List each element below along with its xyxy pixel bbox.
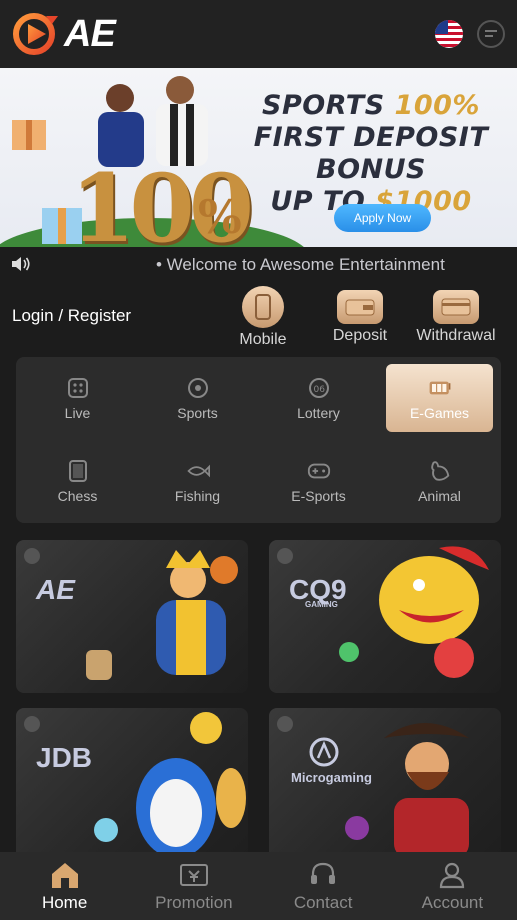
headset-icon bbox=[307, 859, 339, 891]
tab-label: E-Games bbox=[409, 404, 470, 421]
tab-label: Lottery bbox=[297, 404, 340, 421]
brand-logo[interactable]: AE bbox=[12, 12, 116, 56]
tab-label: Fishing bbox=[174, 487, 221, 504]
quick-label: Withdrawal bbox=[416, 327, 496, 344]
ball-icon bbox=[186, 376, 210, 400]
speaker-icon[interactable] bbox=[10, 255, 32, 273]
tab-live[interactable]: Live bbox=[24, 364, 131, 432]
mobile-icon bbox=[242, 286, 284, 328]
us-flag-icon[interactable] bbox=[435, 20, 463, 48]
nav-promotion[interactable]: Promotion bbox=[129, 852, 258, 920]
tab-label: Chess bbox=[57, 487, 98, 504]
gamepad-icon bbox=[307, 459, 331, 483]
tab-label: Live bbox=[64, 404, 91, 421]
dice-icon bbox=[66, 376, 90, 400]
nav-label: Promotion bbox=[155, 893, 233, 912]
quick-deposit[interactable]: Deposit bbox=[310, 286, 410, 345]
tab-chess[interactable]: Chess bbox=[24, 447, 131, 515]
tab-sports[interactable]: Sports bbox=[144, 364, 251, 432]
quick-label: Deposit bbox=[332, 327, 388, 344]
wallet-icon bbox=[337, 290, 383, 324]
fish-icon bbox=[186, 459, 210, 483]
jdb-character-art bbox=[94, 712, 246, 858]
banner-line2: FIRST DEPOSIT BONUS bbox=[253, 122, 489, 185]
nav-label: Contact bbox=[293, 893, 353, 912]
chat-icon[interactable] bbox=[477, 20, 505, 48]
card-icon bbox=[433, 290, 479, 324]
provider-card-microgaming[interactable]: Microgaming bbox=[269, 708, 501, 861]
nav-label: Account bbox=[421, 893, 484, 912]
tab-animal[interactable]: Animal bbox=[386, 447, 493, 515]
svg-text:06: 06 bbox=[313, 385, 325, 395]
announcement-text: • Welcome to Awesome Entertainment bbox=[156, 255, 445, 274]
logo-mark-icon bbox=[12, 12, 62, 56]
top-bar: AE bbox=[0, 0, 517, 68]
lottery-icon: 06 bbox=[307, 376, 331, 400]
game-categories: Live Sports 06 Lottery E-Games Chess Fis… bbox=[16, 357, 501, 523]
banner-headline: SPORTS 100% FIRST DEPOSIT BONUS UP TO $1… bbox=[241, 90, 501, 218]
nav-account[interactable]: Account bbox=[388, 852, 517, 920]
quick-mobile[interactable]: Mobile bbox=[213, 286, 313, 349]
home-icon bbox=[49, 859, 81, 891]
quick-label: Mobile bbox=[239, 331, 287, 348]
cards-icon bbox=[66, 459, 90, 483]
big-percent: % bbox=[198, 190, 242, 244]
login-register-link[interactable]: Login / Register bbox=[12, 306, 131, 326]
microgaming-character-art bbox=[309, 723, 469, 858]
nav-home[interactable]: Home bbox=[0, 852, 129, 920]
provider-card-cq9[interactable]: CQ9 GAMING bbox=[269, 540, 501, 693]
provider-card-jdb[interactable]: JDB bbox=[16, 708, 248, 861]
banner-line1-a: SPORTS bbox=[262, 90, 395, 121]
logo-text: AE bbox=[64, 12, 116, 55]
apply-now-button[interactable]: Apply Now bbox=[334, 204, 431, 232]
user-icon bbox=[436, 859, 468, 891]
nav-label: Home bbox=[41, 893, 88, 912]
tab-label: Sports bbox=[177, 404, 218, 421]
slot-icon bbox=[428, 376, 452, 400]
tab-egames[interactable]: E-Games bbox=[386, 364, 493, 432]
quick-withdrawal[interactable]: Withdrawal bbox=[406, 286, 506, 345]
tab-esports[interactable]: E-Sports bbox=[265, 447, 372, 515]
rooster-icon bbox=[428, 459, 452, 483]
ticket-icon bbox=[178, 859, 210, 891]
tab-lottery[interactable]: 06 Lottery bbox=[265, 364, 372, 432]
ae-character-art bbox=[86, 550, 238, 680]
bottom-navigation: Home Promotion Contact Account bbox=[0, 852, 517, 920]
tab-fishing[interactable]: Fishing bbox=[144, 447, 251, 515]
nav-contact[interactable]: Contact bbox=[259, 852, 388, 920]
announcement-bar: • Welcome to Awesome Entertainment bbox=[0, 249, 517, 279]
tab-label: E-Sports bbox=[291, 487, 346, 504]
banner-line1-b: 100% bbox=[394, 90, 480, 121]
promo-banner[interactable]: 100 % SPORTS 100% FIRST DEPOSIT BONUS UP… bbox=[0, 68, 517, 247]
cq9-character-art bbox=[339, 546, 489, 678]
provider-card-ae[interactable]: AE bbox=[16, 540, 248, 693]
tab-label: Animal bbox=[418, 487, 461, 504]
